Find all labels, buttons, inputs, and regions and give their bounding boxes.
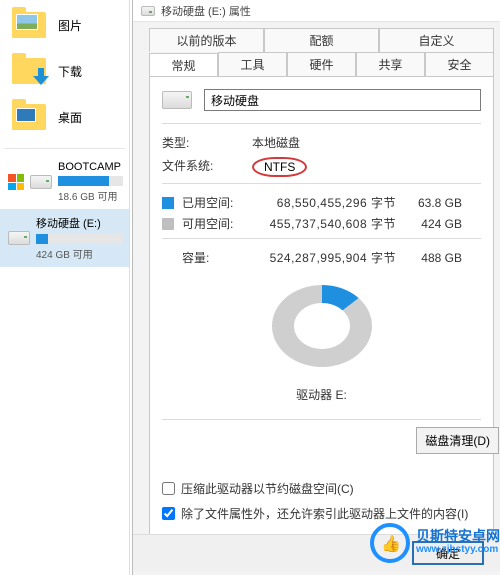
index-label: 除了文件属性外，还允许索引此驱动器上文件的内容(I)	[181, 505, 468, 522]
type-label: 类型:	[162, 134, 232, 151]
used-label: 已用空间:	[182, 194, 252, 211]
drive-item-bootcamp[interactable]: BOOTCAMP 18.6 GB 可用	[0, 155, 129, 209]
used-swatch-icon	[162, 197, 174, 209]
explorer-sidebar: 图片 下载 桌面 BOOTCAMP 18.6 GB 可用 移动硬盘 (E:) 4…	[0, 0, 130, 575]
sidebar-divider	[4, 148, 125, 149]
properties-dialog: 移动硬盘 (E:) 属性 以前的版本 配额 自定义 常规 工具 硬件 共享 安全…	[132, 0, 500, 575]
drive-icon	[30, 175, 52, 189]
watermark: 贝斯特安卓网 www.zjbstyy.com	[370, 523, 500, 563]
drive-free-text: 18.6 GB 可用	[58, 188, 123, 203]
free-label: 可用空间:	[182, 215, 252, 232]
drive-name: BOOTCAMP	[58, 161, 123, 173]
compress-label: 压缩此驱动器以节约磁盘空间(C)	[181, 480, 354, 497]
used-bytes: 68,550,455,296 字节	[252, 194, 402, 211]
sidebar-item-label: 下载	[58, 63, 82, 80]
space-table: 已用空间: 68,550,455,296 字节 63.8 GB 可用空间: 45…	[162, 194, 481, 232]
filesystem-value: NTFS	[252, 157, 307, 177]
drive-icon	[8, 231, 30, 245]
watermark-url: www.zjbstyy.com	[416, 543, 500, 557]
watermark-logo-icon	[370, 523, 410, 563]
capacity-bytes: 524,287,995,904 字节	[252, 249, 402, 266]
tab-security[interactable]: 安全	[425, 52, 494, 76]
drive-free-text: 424 GB 可用	[36, 246, 123, 261]
tab-previous-versions[interactable]: 以前的版本	[149, 28, 264, 52]
drive-icon	[141, 6, 155, 16]
drive-usage-bar	[36, 234, 123, 244]
divider	[162, 419, 481, 420]
index-checkbox[interactable]	[162, 507, 175, 520]
dialog-titlebar[interactable]: 移动硬盘 (E:) 属性	[133, 0, 500, 22]
tab-hardware[interactable]: 硬件	[287, 52, 356, 76]
downloads-folder-icon	[12, 58, 46, 84]
sidebar-item-desktop[interactable]: 桌面	[0, 96, 129, 142]
divider	[162, 183, 481, 184]
drive-icon	[162, 91, 192, 109]
drive-info: 移动硬盘 (E:) 424 GB 可用	[36, 215, 123, 261]
index-checkbox-row[interactable]: 除了文件属性外，还允许索引此驱动器上文件的内容(I)	[162, 505, 481, 522]
capacity-human: 488 GB	[402, 251, 462, 265]
general-panel: 类型: 本地磁盘 文件系统: NTFS 已用空间: 68,550,455,296…	[149, 76, 494, 546]
compress-checkbox[interactable]	[162, 482, 175, 495]
divider	[162, 238, 481, 239]
free-human: 424 GB	[402, 217, 462, 231]
divider	[162, 123, 481, 124]
free-swatch-icon	[162, 218, 174, 230]
windows-icon	[8, 174, 24, 190]
disk-cleanup-button[interactable]: 磁盘清理(D)	[416, 427, 499, 454]
used-human: 63.8 GB	[402, 196, 462, 210]
filesystem-label: 文件系统:	[162, 157, 232, 177]
pictures-folder-icon	[12, 12, 46, 38]
drive-info: BOOTCAMP 18.6 GB 可用	[58, 161, 123, 203]
desktop-folder-icon	[12, 104, 46, 130]
drive-usage-bar	[58, 176, 123, 186]
drive-item-removable[interactable]: 移动硬盘 (E:) 424 GB 可用	[0, 209, 129, 267]
drive-name-input[interactable]	[204, 89, 481, 111]
tab-sharing[interactable]: 共享	[356, 52, 425, 76]
tab-general[interactable]: 常规	[149, 53, 218, 77]
capacity-label: 容量:	[182, 249, 252, 266]
sidebar-item-pictures[interactable]: 图片	[0, 4, 129, 50]
watermark-title: 贝斯特安卓网	[416, 529, 500, 543]
type-value: 本地磁盘	[252, 134, 300, 151]
compress-checkbox-row[interactable]: 压缩此驱动器以节约磁盘空间(C)	[162, 480, 481, 497]
sidebar-item-label: 图片	[58, 17, 82, 34]
drive-name: 移动硬盘 (E:)	[36, 215, 123, 231]
usage-donut-chart	[272, 285, 372, 367]
dialog-tabs: 以前的版本 配额 自定义 常规 工具 硬件 共享 安全	[133, 22, 500, 76]
dialog-title: 移动硬盘 (E:) 属性	[161, 3, 251, 19]
drive-letter-label: 驱动器 E:	[296, 386, 347, 403]
tab-customize[interactable]: 自定义	[379, 28, 494, 52]
tab-quota[interactable]: 配额	[264, 28, 379, 52]
free-bytes: 455,737,540,608 字节	[252, 215, 402, 232]
sidebar-item-downloads[interactable]: 下载	[0, 50, 129, 96]
tab-tools[interactable]: 工具	[218, 52, 287, 76]
sidebar-item-label: 桌面	[58, 109, 82, 126]
